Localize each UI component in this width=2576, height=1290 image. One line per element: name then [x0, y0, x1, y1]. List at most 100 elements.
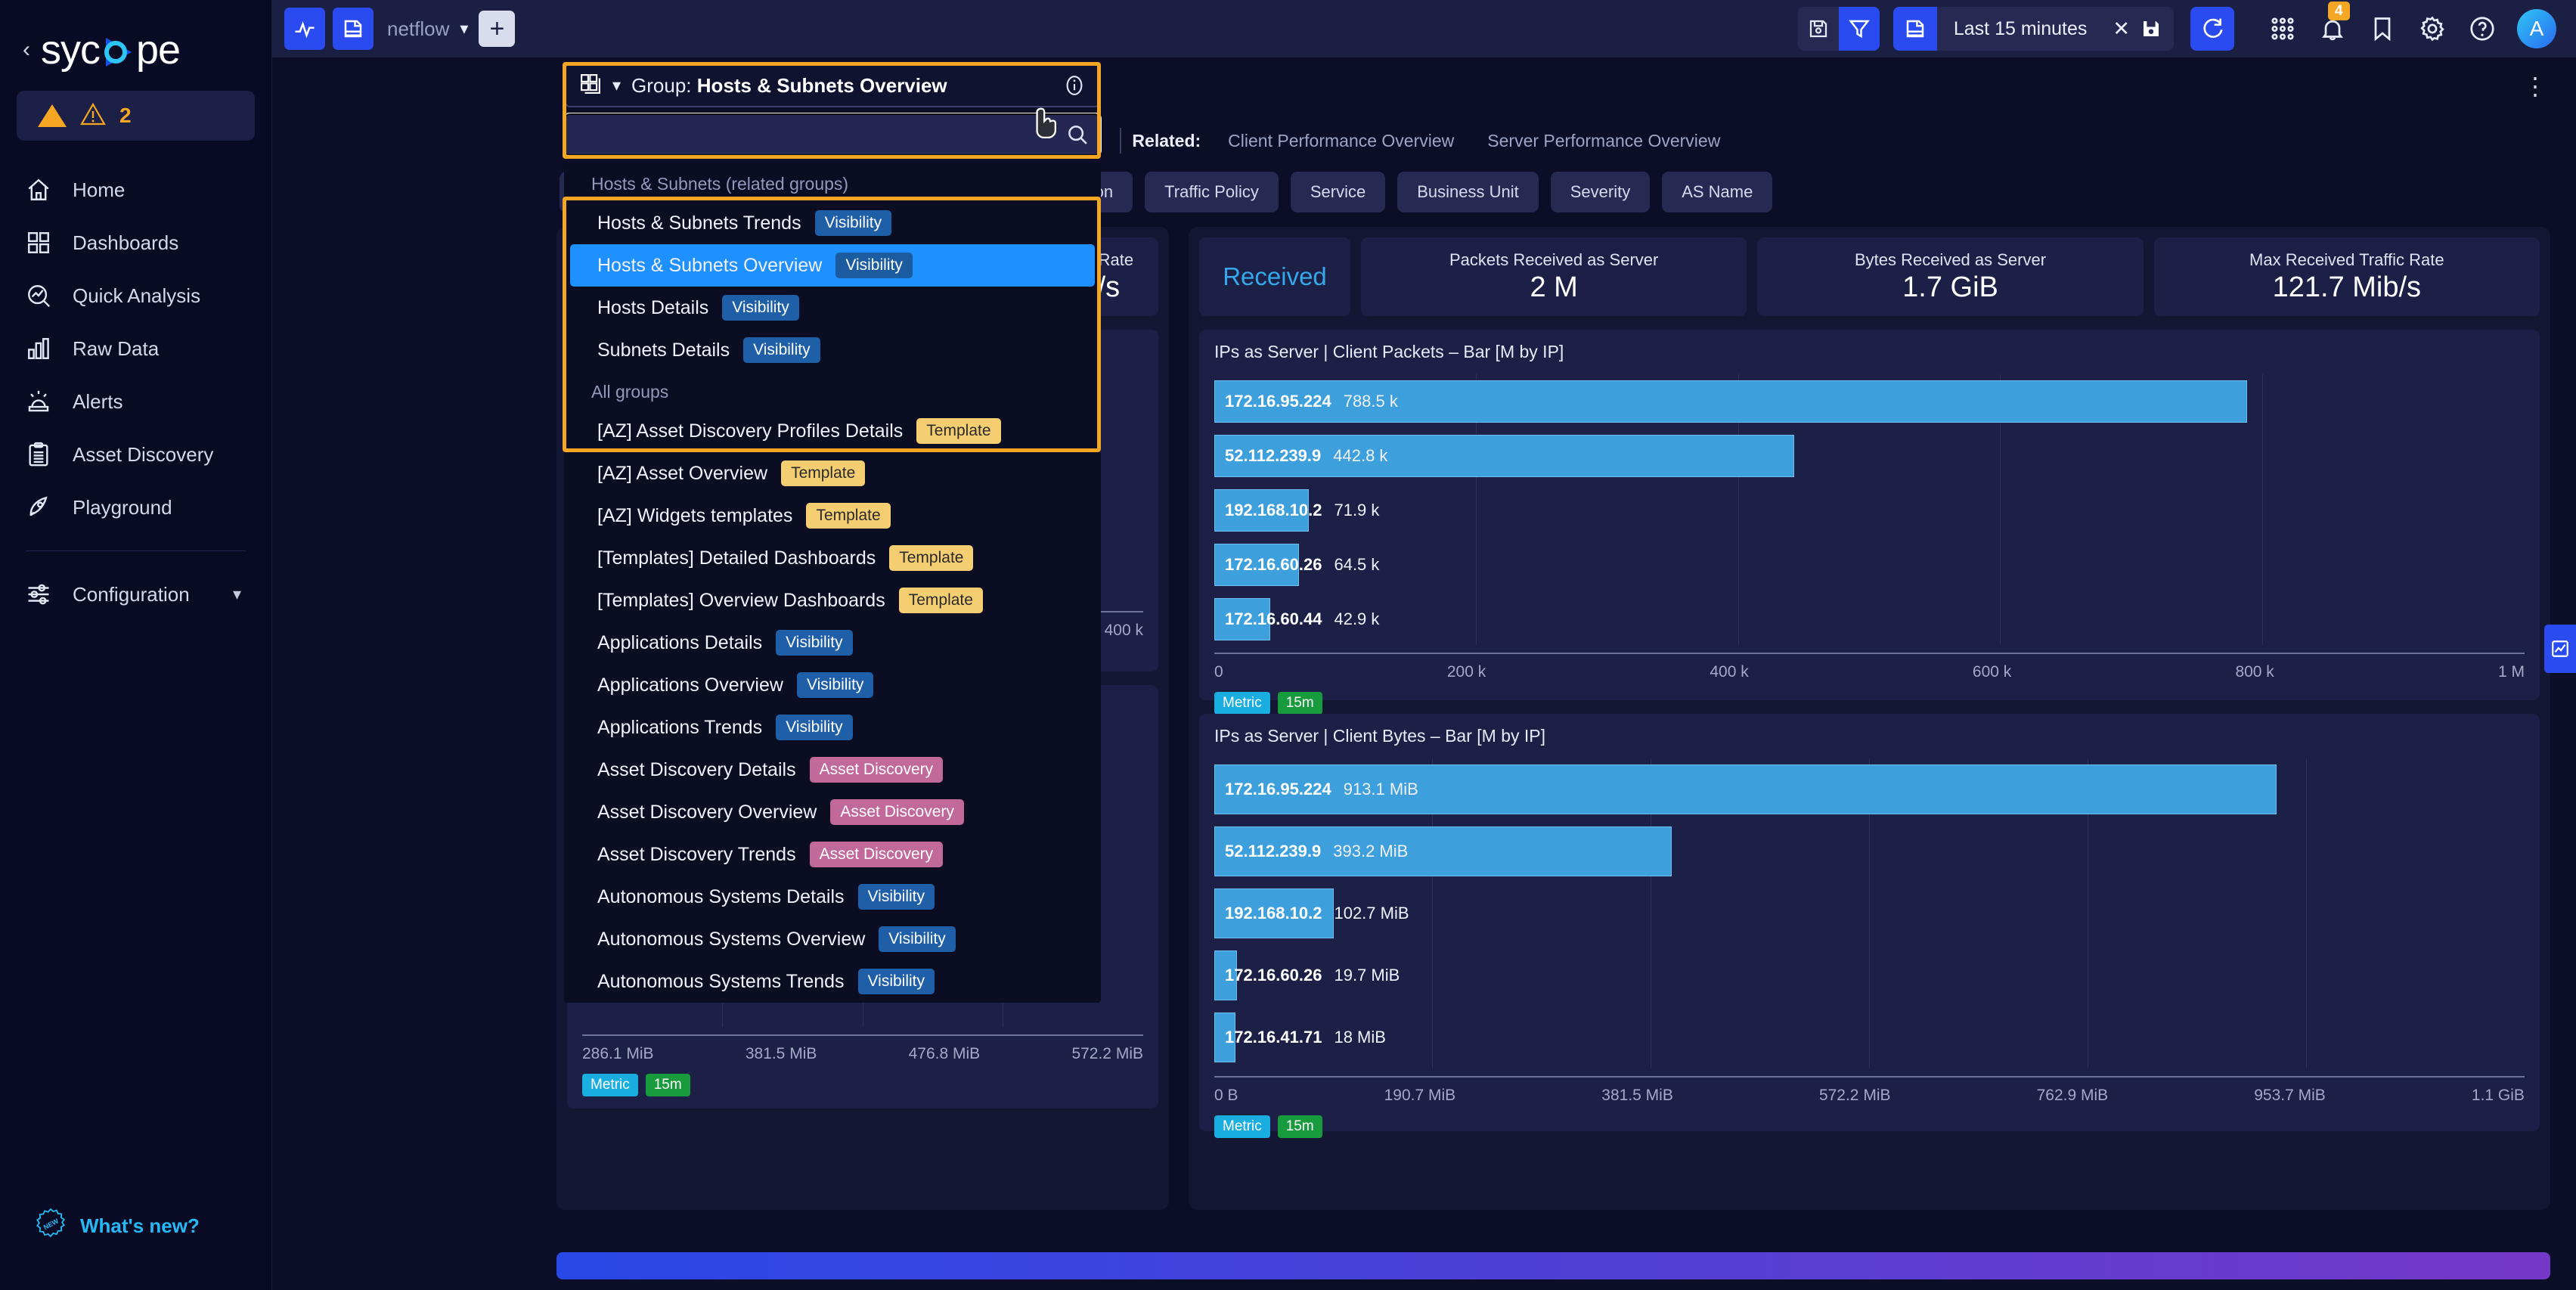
group-item-label: Asset Discovery Details [597, 758, 796, 780]
bar-row[interactable]: 172.16.60.26 19.7 MiB [1214, 944, 2525, 1006]
save-time-range-icon[interactable] [2139, 7, 2174, 51]
clear-time-range-icon[interactable]: ✕ [2103, 17, 2139, 41]
sidebar-item-home[interactable]: Home [0, 163, 271, 216]
search-icon[interactable] [1066, 123, 1089, 150]
sidebar-item-configuration[interactable]: Configuration ▾ [0, 568, 271, 621]
group-info-icon[interactable] [1063, 74, 1086, 97]
group-list-item-az-widgets-templates[interactable]: [AZ] Widgets templates Template [570, 495, 1095, 537]
pulse-view-button[interactable] [284, 8, 325, 50]
filter-button[interactable] [1838, 7, 1880, 51]
group-list-item-autonomous-systems-trends[interactable]: Autonomous Systems Trends Visibility [570, 960, 1095, 1003]
group-list-item-subnets-details[interactable]: Subnets Details Visibility [570, 329, 1095, 371]
group-list[interactable]: Hosts & Subnets (related groups) Hosts &… [564, 163, 1101, 1003]
datasource-icon-button[interactable] [333, 8, 374, 50]
group-item-label: Autonomous Systems Details [597, 885, 845, 907]
gear-icon[interactable] [2417, 14, 2447, 44]
sidebar-item-quick-analysis[interactable]: Quick Analysis [0, 269, 271, 322]
tag-time-window: 15m [1277, 1115, 1322, 1138]
bar-value-label: 71.9 k [1334, 501, 1380, 519]
chart-tags: Metric 15m [1214, 692, 2525, 715]
group-list-item-applications-overview[interactable]: Applications Overview Visibility [570, 664, 1095, 706]
group-chevron-down-icon[interactable]: ▾ [612, 76, 621, 95]
group-list-item-applications-trends[interactable]: Applications Trends Visibility [570, 706, 1095, 749]
brand-logo[interactable]: ‹ syc pe [0, 0, 271, 73]
bar-row[interactable]: 172.16.95.224 788.5 k [1214, 374, 2525, 429]
related-link-client-performance-overview[interactable]: Client Performance Overview [1211, 131, 1471, 151]
bar-value-label: 442.8 k [1333, 446, 1388, 465]
axis-tick: 400 k [1710, 663, 1749, 681]
bar-row[interactable]: 172.16.60.26 64.5 k [1214, 538, 2525, 592]
chip-business-unit[interactable]: Business Unit [1397, 172, 1539, 212]
group-list-item-templates-overview-dashboards[interactable]: [Templates] Overview Dashboards Template [570, 579, 1095, 622]
group-item-badge: Template [889, 545, 974, 571]
group-prefix: Group: [631, 73, 692, 97]
group-list-item-hosts-subnets-overview[interactable]: Hosts & Subnets Overview Visibility [570, 244, 1095, 287]
group-item-label: [AZ] Asset Discovery Profiles Details [597, 420, 904, 442]
side-drawer-toggle[interactable] [2544, 625, 2576, 673]
group-selector-dropdown: ▾ Group: Hosts & Subnets Overview Hosts … [563, 64, 1102, 1003]
bar-row[interactable]: 172.16.60.44 42.9 k [1214, 592, 2525, 647]
chip-as-name[interactable]: AS Name [1662, 172, 1773, 212]
group-list-item-asset-discovery-trends[interactable]: Asset Discovery Trends Asset Discovery [570, 833, 1095, 876]
dashboard-more-menu-button[interactable]: ⋮ [2523, 74, 2549, 98]
time-preset-icon-button[interactable] [1892, 7, 1937, 51]
group-list-item-az-asset-overview[interactable]: [AZ] Asset Overview Template [570, 452, 1095, 495]
sidebar-item-playground[interactable]: Playground [0, 481, 271, 534]
group-value: Hosts & Subnets Overview [696, 73, 947, 97]
sidebar-item-dashboards[interactable]: Dashboards [0, 216, 271, 269]
apps-grid-icon[interactable] [2268, 14, 2298, 44]
sidebar-item-label: Playground [73, 495, 172, 519]
group-list-item-applications-details[interactable]: Applications Details Visibility [570, 622, 1095, 664]
bottom-accent-bar [556, 1252, 2550, 1279]
group-list-item-hosts-details[interactable]: Hosts Details Visibility [570, 287, 1095, 329]
group-selector-button[interactable]: ▾ Group: Hosts & Subnets Overview [564, 64, 1101, 107]
bar-category-label: 52.112.239.9 [1225, 842, 1322, 861]
group-list-item-autonomous-systems-overview[interactable]: Autonomous Systems Overview Visibility [570, 918, 1095, 960]
bar-value-label: 18 MiB [1334, 1028, 1386, 1047]
group-item-badge: Visibility [835, 253, 913, 278]
sidebar-item-alerts[interactable]: Alerts [0, 375, 271, 428]
bar-row[interactable]: 52.112.239.9 393.2 MiB [1214, 820, 2525, 882]
group-search-input[interactable] [563, 113, 1102, 157]
datasource-chevron-down-icon[interactable]: ▾ [460, 19, 468, 39]
alert-summary-badge[interactable]: 2 [17, 91, 255, 141]
sidebar-collapse-icon[interactable]: ‹ [23, 39, 30, 61]
help-icon[interactable] [2467, 14, 2497, 44]
group-item-label: [Templates] Overview Dashboards [597, 589, 885, 611]
bar-row[interactable]: 192.168.10.2 71.9 k [1214, 483, 2525, 538]
save-filter-button[interactable] [1798, 7, 1839, 51]
group-list-item-autonomous-systems-details[interactable]: Autonomous Systems Details Visibility [570, 876, 1095, 918]
bookmark-icon[interactable] [2367, 14, 2398, 44]
group-list-item-az-asset-discovery-profiles-details[interactable]: [AZ] Asset Discovery Profiles Details Te… [570, 410, 1095, 452]
add-datasource-button[interactable]: + [479, 11, 516, 47]
related-label: Related: [1132, 130, 1201, 150]
bar-category-label: 192.168.10.2 [1225, 501, 1322, 519]
group-list-item-hosts-subnets-trends[interactable]: Hosts & Subnets Trends Visibility [570, 202, 1095, 244]
main-area: netflow ▾ + Last 15 minutes ✕ 4 A ⋮ Rela… [272, 0, 2576, 1290]
chart-bars: 172.16.95.224 913.1 MiB 52.112.239.9 393… [1214, 758, 2525, 1068]
chip-traffic-policy[interactable]: Traffic Policy [1145, 172, 1279, 212]
bar-value-label: 393.2 MiB [1333, 842, 1409, 861]
bar-row[interactable]: 192.168.10.2 102.7 MiB [1214, 882, 2525, 944]
group-list-item-asset-discovery-overview[interactable]: Asset Discovery Overview Asset Discovery [570, 791, 1095, 833]
chip-service[interactable]: Service [1290, 172, 1386, 212]
bar-row[interactable]: 52.112.239.9 442.8 k [1214, 429, 2525, 483]
notifications-bell-icon[interactable]: 4 [2317, 2, 2350, 44]
chevron-down-icon[interactable]: ▾ [233, 585, 241, 604]
app-root: ‹ syc pe 2 Home Dashboards Quick Analysi… [0, 0, 2576, 1290]
sidebar-item-raw-data[interactable]: Raw Data [0, 322, 271, 375]
bar-row[interactable]: 172.16.95.224 913.1 MiB [1214, 758, 2525, 820]
related-link-server-performance-overview[interactable]: Server Performance Overview [1471, 131, 1737, 151]
sidebar-item-asset-discovery[interactable]: Asset Discovery [0, 428, 271, 481]
time-range-selector[interactable]: Last 15 minutes ✕ [1892, 7, 2174, 51]
refresh-button[interactable] [2190, 7, 2234, 51]
bar-row[interactable]: 172.16.41.71 18 MiB [1214, 1006, 2525, 1068]
bar-category-label: 172.16.95.224 [1225, 780, 1331, 798]
whats-new-button[interactable]: NEW What's new? [35, 1208, 200, 1245]
group-list-item-asset-discovery-details[interactable]: Asset Discovery Details Asset Discovery [570, 749, 1095, 791]
group-list-item-templates-detailed-dashboards[interactable]: [Templates] Detailed Dashboards Template [570, 537, 1095, 579]
chip-severity[interactable]: Severity [1550, 172, 1651, 212]
axis-tick: 400 k [1104, 622, 1143, 639]
user-avatar[interactable]: A [2517, 9, 2556, 48]
brand-wordmark: syc pe [41, 27, 181, 73]
